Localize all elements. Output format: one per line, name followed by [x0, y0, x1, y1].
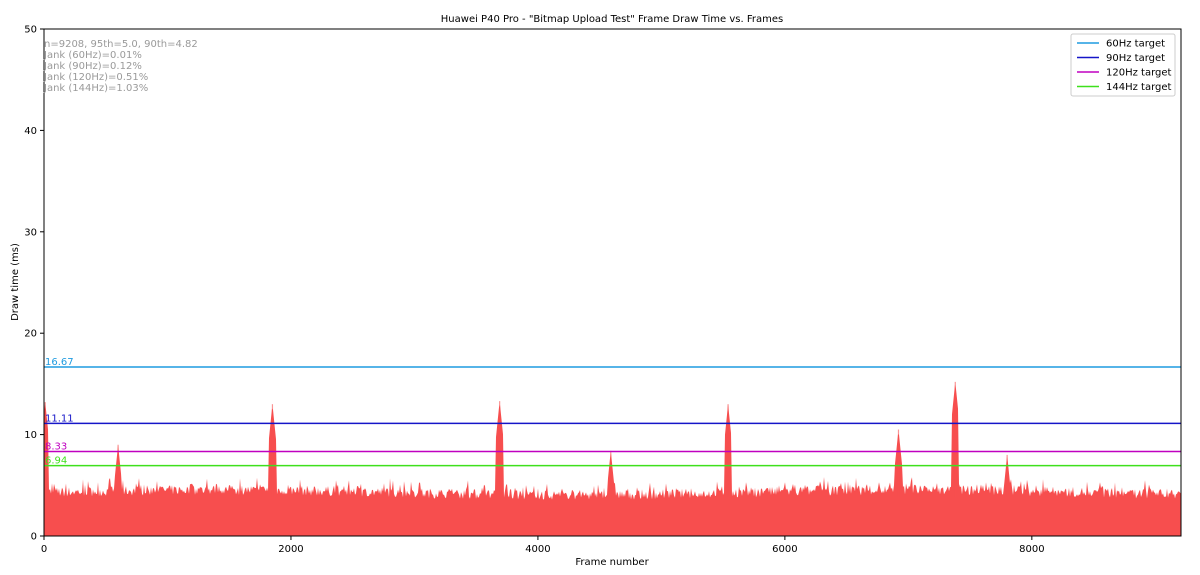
- y-tick-label: 0: [31, 532, 37, 543]
- x-tick-label: 2000: [278, 544, 303, 555]
- y-axis-label: Draw time (ms): [10, 243, 21, 321]
- stats-line: Jank (60Hz)=0.01%: [43, 50, 142, 61]
- target-value-label: 6.94: [45, 456, 67, 467]
- target-value-label: 8.33: [45, 442, 67, 453]
- y-tick-label: 40: [24, 126, 37, 137]
- legend-entry-label: 144Hz target: [1106, 82, 1172, 93]
- y-tick-label: 50: [24, 25, 37, 36]
- stats-line: Jank (144Hz)=1.03%: [43, 83, 148, 94]
- x-tick-label: 8000: [1019, 544, 1044, 555]
- target-lines: 16.67 11.11 8.33 6.94: [44, 357, 1181, 467]
- y-axis-ticks: 0 10 20 30 40 50: [24, 25, 44, 543]
- x-tick-label: 0: [41, 544, 47, 555]
- y-tick-label: 20: [24, 329, 37, 340]
- x-tick-label: 4000: [525, 544, 550, 555]
- draw-time-series: [44, 381, 1181, 536]
- y-tick-label: 10: [24, 430, 37, 441]
- legend: 60Hz target 90Hz target 120Hz target 144Hz …: [1070, 33, 1176, 97]
- stats-line: Jank (90Hz)=0.12%: [43, 61, 142, 72]
- target-value-label: 16.67: [45, 357, 74, 368]
- legend-entry-label: 120Hz target: [1106, 68, 1172, 79]
- frame-draw-time-chart: Huawei P40 Pro - "Bitmap Upload Test" Fr…: [10, 14, 1182, 568]
- x-axis-label: Frame number: [575, 557, 649, 568]
- target-value-label: 11.11: [45, 413, 74, 424]
- chart-title: Huawei P40 Pro - "Bitmap Upload Test" Fr…: [441, 14, 783, 25]
- plot-frame: [43, 28, 1182, 537]
- legend-entry-label: 90Hz target: [1106, 53, 1165, 64]
- y-tick-label: 30: [24, 227, 37, 238]
- x-axis-ticks: 0 2000 4000 6000 8000: [41, 536, 1045, 555]
- stats-line: n=9208, 95th=5.0, 90th=4.82: [44, 39, 198, 50]
- x-tick-label: 6000: [772, 544, 797, 555]
- legend-entry-label: 60Hz target: [1106, 39, 1165, 50]
- stats-line: Jank (120Hz)=0.51%: [43, 72, 148, 83]
- draw-time-area: [44, 384, 1181, 536]
- plot-area: 16.67 11.11 8.33 6.94: [43, 28, 1182, 537]
- stats-annotation: n=9208, 95th=5.0, 90th=4.82 Jank (60Hz)=…: [43, 39, 198, 94]
